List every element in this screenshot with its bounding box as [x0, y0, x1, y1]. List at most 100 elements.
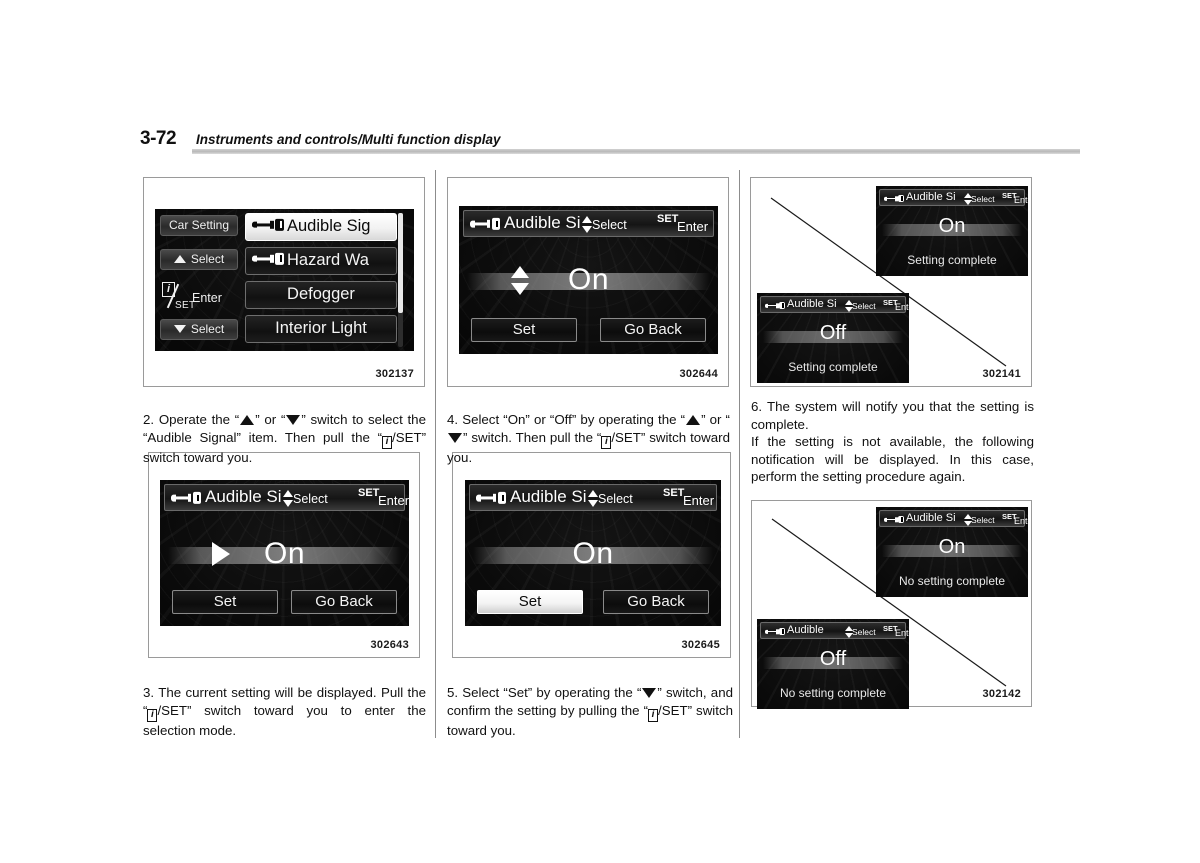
- column-divider-2: [739, 170, 740, 738]
- info-icon: i: [382, 435, 393, 449]
- mfd-current-value: On: [567, 263, 610, 296]
- mfd-left-rail: Car Setting Select i SET Enter Select: [160, 213, 238, 347]
- step-4-part-a: 4. Select “On” or “Off” by operating the…: [447, 412, 686, 428]
- mfd-status-note: No setting complete: [898, 574, 1006, 588]
- step-5-part-a: 5. Select “Set” by operating the “: [447, 685, 642, 701]
- mfd-mini-screen-on: Audible Si Select SET Enter On No settin…: [876, 507, 1028, 597]
- figure-code: 302644: [679, 368, 718, 380]
- figure-code: 302645: [681, 639, 720, 651]
- rail-select-up-button[interactable]: Select: [160, 249, 238, 270]
- set-button[interactable]: Set: [172, 590, 278, 614]
- mfd-current-value: On: [938, 215, 966, 237]
- step-6-line-2: If the setting is not available, the fol…: [751, 434, 1034, 484]
- page-title: Instruments and controls/Multi function …: [196, 132, 501, 147]
- mfd-header-bar: Audible Si Select SET Enter: [469, 484, 717, 511]
- step-6-line-1: 6. The system will notify you that the s…: [751, 399, 1034, 432]
- rail-enter-button[interactable]: i SET Enter: [160, 281, 238, 315]
- step-2-text: 2. Operate the “” or “” switch to select…: [143, 411, 426, 466]
- rail-select-down-button[interactable]: Select: [160, 319, 238, 340]
- triangle-up-icon: [240, 415, 255, 426]
- menu-scrollbar[interactable]: [398, 213, 403, 347]
- mfd-value-row: On: [459, 263, 718, 298]
- figure-302137: Car Setting Select i SET Enter Select Au…: [143, 177, 425, 387]
- figure-code: 302142: [982, 688, 1021, 700]
- mfd-screen-menu: Car Setting Select i SET Enter Select Au…: [155, 209, 414, 351]
- rail-enter-label: Enter: [192, 291, 222, 305]
- figure-code: 302137: [375, 368, 414, 380]
- mfd-header-select-label: Select: [971, 515, 995, 525]
- key-icon: [171, 491, 201, 505]
- mfd-screen-select-value: Audible Si Select SET Enter On Set Go Ba…: [459, 206, 718, 354]
- mfd-header-title: Audible Si: [205, 487, 282, 506]
- menu-item-label: Hazard Wa: [287, 251, 369, 269]
- step-3-part-b: /SET” switch toward you to enter the sel…: [143, 702, 426, 738]
- go-back-button[interactable]: Go Back: [291, 590, 397, 614]
- key-icon: [765, 301, 785, 310]
- key-icon: [884, 194, 904, 203]
- mfd-header-enter-label: Enter: [378, 493, 409, 508]
- triangle-down-icon: [286, 415, 301, 426]
- mfd-status-note: Setting complete: [907, 253, 997, 267]
- mfd-header-select-label: Select: [852, 301, 876, 311]
- go-back-button[interactable]: Go Back: [600, 318, 706, 342]
- mfd-current-value: On: [263, 537, 306, 570]
- mfd-header-select-label: Select: [971, 194, 995, 204]
- key-icon: [476, 491, 506, 505]
- mfd-header-title: Audible Si: [504, 213, 581, 232]
- mfd-header-select-label: Select: [598, 492, 633, 506]
- menu-item-interior-light[interactable]: Interior Light: [245, 315, 397, 343]
- triangle-down-icon: [642, 688, 657, 699]
- mfd-header-set-label: SET: [657, 213, 679, 225]
- mfd-current-value: Off: [819, 322, 847, 344]
- mfd-header-title: Audible Si: [906, 191, 956, 203]
- page-number: 3-72: [140, 128, 177, 149]
- key-icon: [884, 515, 904, 524]
- mfd-header-enter-label: Enter: [1014, 195, 1028, 205]
- menu-scrollbar-thumb[interactable]: [398, 213, 403, 313]
- go-back-button[interactable]: Go Back: [603, 590, 709, 614]
- mfd-menu-list: Audible Sig Hazard Wa Defogger Interior …: [245, 213, 403, 347]
- header-rule: [192, 149, 1080, 154]
- mfd-current-value: On: [938, 536, 966, 558]
- figure-302645: Audible Si Select SET Enter On Set Go Ba…: [452, 452, 731, 658]
- triangle-up-icon: [173, 254, 186, 263]
- mfd-header-title: Audible Si: [787, 298, 837, 310]
- mfd-current-value: On: [572, 537, 614, 570]
- mfd-header-bar: Audible Si Select SET Enter: [164, 484, 409, 511]
- mfd-current-value: Off: [819, 648, 847, 670]
- rail-car-setting-label: Car Setting: [160, 215, 238, 236]
- key-icon: [252, 218, 284, 232]
- set-button[interactable]: Set: [471, 318, 577, 342]
- menu-item-defogger[interactable]: Defogger: [245, 281, 397, 309]
- set-button[interactable]: Set: [477, 590, 583, 614]
- mfd-header-enter-label: Enter: [895, 628, 909, 638]
- rail-select-up-label: Select: [190, 252, 225, 266]
- mfd-status-note: Setting complete: [788, 360, 878, 374]
- mfd-header-title: Audible Si: [510, 487, 587, 506]
- info-icon: i: [601, 435, 612, 449]
- info-icon: i: [648, 708, 659, 722]
- figure-302643: Audible Si Select SET Enter On Set Go Ba…: [148, 452, 420, 658]
- mfd-header-title: Audible: [787, 624, 824, 636]
- triangle-up-icon: [686, 415, 701, 426]
- step-2-part-b: ” or “: [255, 412, 286, 428]
- column-divider-1: [435, 170, 436, 738]
- info-icon: i: [147, 708, 158, 722]
- triangle-down-icon: [173, 324, 186, 333]
- triangle-down-icon: [448, 432, 462, 443]
- rail-select-down-label: Select: [190, 322, 225, 336]
- mfd-header-enter-label: Enter: [895, 302, 909, 312]
- menu-item-label: Audible Sig: [287, 217, 371, 235]
- key-icon: [765, 627, 785, 636]
- menu-item-audible-signal[interactable]: Audible Sig: [245, 213, 397, 241]
- figure-302142: Audible Si Select SET Enter On No settin…: [751, 500, 1032, 709]
- step-5-text: 5. Select “Set” by operating the “” swit…: [447, 684, 733, 739]
- menu-item-hazard-warning[interactable]: Hazard Wa: [245, 247, 397, 275]
- mfd-header-set-label: SET: [663, 487, 685, 499]
- step-4-part-c: ” switch. Then pull the “: [463, 429, 602, 445]
- mfd-screen-current-setting: Audible Si Select SET Enter On Set Go Ba…: [160, 480, 409, 626]
- step-4-text: 4. Select “On” or “Off” by operating the…: [447, 411, 730, 466]
- figure-code: 302643: [370, 639, 409, 651]
- mfd-header-bar: Audible Si Select SET Enter: [879, 189, 1028, 206]
- mfd-header-title: Audible Si: [906, 512, 956, 524]
